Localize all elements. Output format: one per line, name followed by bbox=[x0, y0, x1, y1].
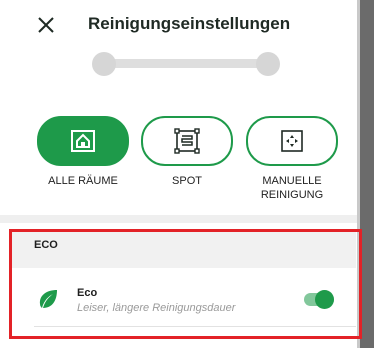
mode-button-spot[interactable] bbox=[141, 116, 233, 166]
mode-button-all-rooms[interactable] bbox=[37, 116, 129, 166]
mode-label-spot: SPOT bbox=[172, 175, 202, 187]
slider-stop-right[interactable] bbox=[256, 52, 280, 76]
screen-edge bbox=[360, 0, 374, 348]
highlight-box bbox=[9, 229, 362, 339]
slider-track[interactable] bbox=[101, 59, 269, 68]
manual-area-icon bbox=[281, 130, 303, 152]
slider-stop-left[interactable] bbox=[92, 52, 116, 76]
section-divider bbox=[0, 215, 357, 223]
mode-label-manual: MANUELLE REINIGUNG bbox=[260, 175, 324, 201]
mode-button-manual[interactable] bbox=[246, 116, 338, 166]
house-icon bbox=[71, 130, 95, 152]
mode-label-all-rooms: ALLE RÄUME bbox=[48, 175, 118, 187]
spot-icon bbox=[174, 128, 200, 154]
page-title: Reinigungseinstellungen bbox=[88, 14, 291, 33]
close-icon bbox=[38, 17, 54, 33]
close-button[interactable] bbox=[36, 15, 56, 35]
